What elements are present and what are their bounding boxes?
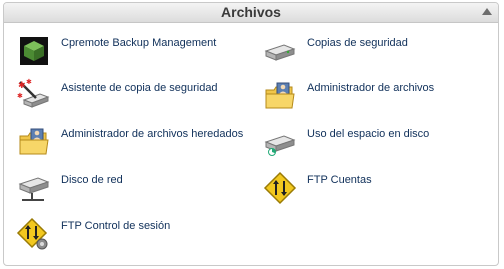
item-label: Administrador de archivos heredados [61,128,244,140]
item-network-disk[interactable]: Disco de red [16,170,256,214]
item-label: Uso del espacio en disco [307,128,430,140]
item-label: Cpremote Backup Management [61,37,217,49]
backup-drive-icon [262,33,298,69]
item-label: Administrador de archivos [307,82,435,94]
item-file-manager[interactable]: Administrador de archivos [262,78,502,122]
ftp-accounts-sign-icon [262,170,298,206]
panel-header[interactable]: Archivos [4,3,498,23]
network-disk-icon [16,170,52,206]
files-panel: Archivos Cpremote Backup Management Copi… [3,2,499,266]
svg-text:✱: ✱ [26,78,32,86]
disk-usage-icon [262,124,298,160]
backup-wizard-icon: ✱ ✱ ✱ [16,78,52,114]
svg-text:✱: ✱ [17,92,23,100]
item-legacy-file-manager[interactable]: Administrador de archivos heredados [16,124,256,168]
item-label: FTP Cuentas [307,174,372,186]
collapse-icon[interactable] [482,8,492,15]
file-manager-folder-icon [262,78,298,114]
ftp-session-control-sign-icon [16,216,52,252]
item-ftp-session-control[interactable]: FTP Control de sesión [16,216,256,260]
item-backup-wizard[interactable]: ✱ ✱ ✱ Asistente de copia de seguridad [16,78,256,122]
item-cpremote-backup[interactable]: Cpremote Backup Management [16,33,256,77]
panel-title: Archivos [221,4,281,20]
item-disk-usage[interactable]: Uso del espacio en disco [262,124,502,168]
svg-text:✱: ✱ [18,81,26,91]
item-label: FTP Control de sesión [61,220,171,232]
item-label: Disco de red [61,174,123,186]
legacy-file-manager-folder-icon [16,124,52,160]
cpremote-backup-icon [16,33,52,69]
item-ftp-accounts[interactable]: FTP Cuentas [262,170,502,214]
item-label: Asistente de copia de seguridad [61,82,218,94]
item-backups[interactable]: Copias de seguridad [262,33,502,77]
item-label: Copias de seguridad [307,37,408,49]
